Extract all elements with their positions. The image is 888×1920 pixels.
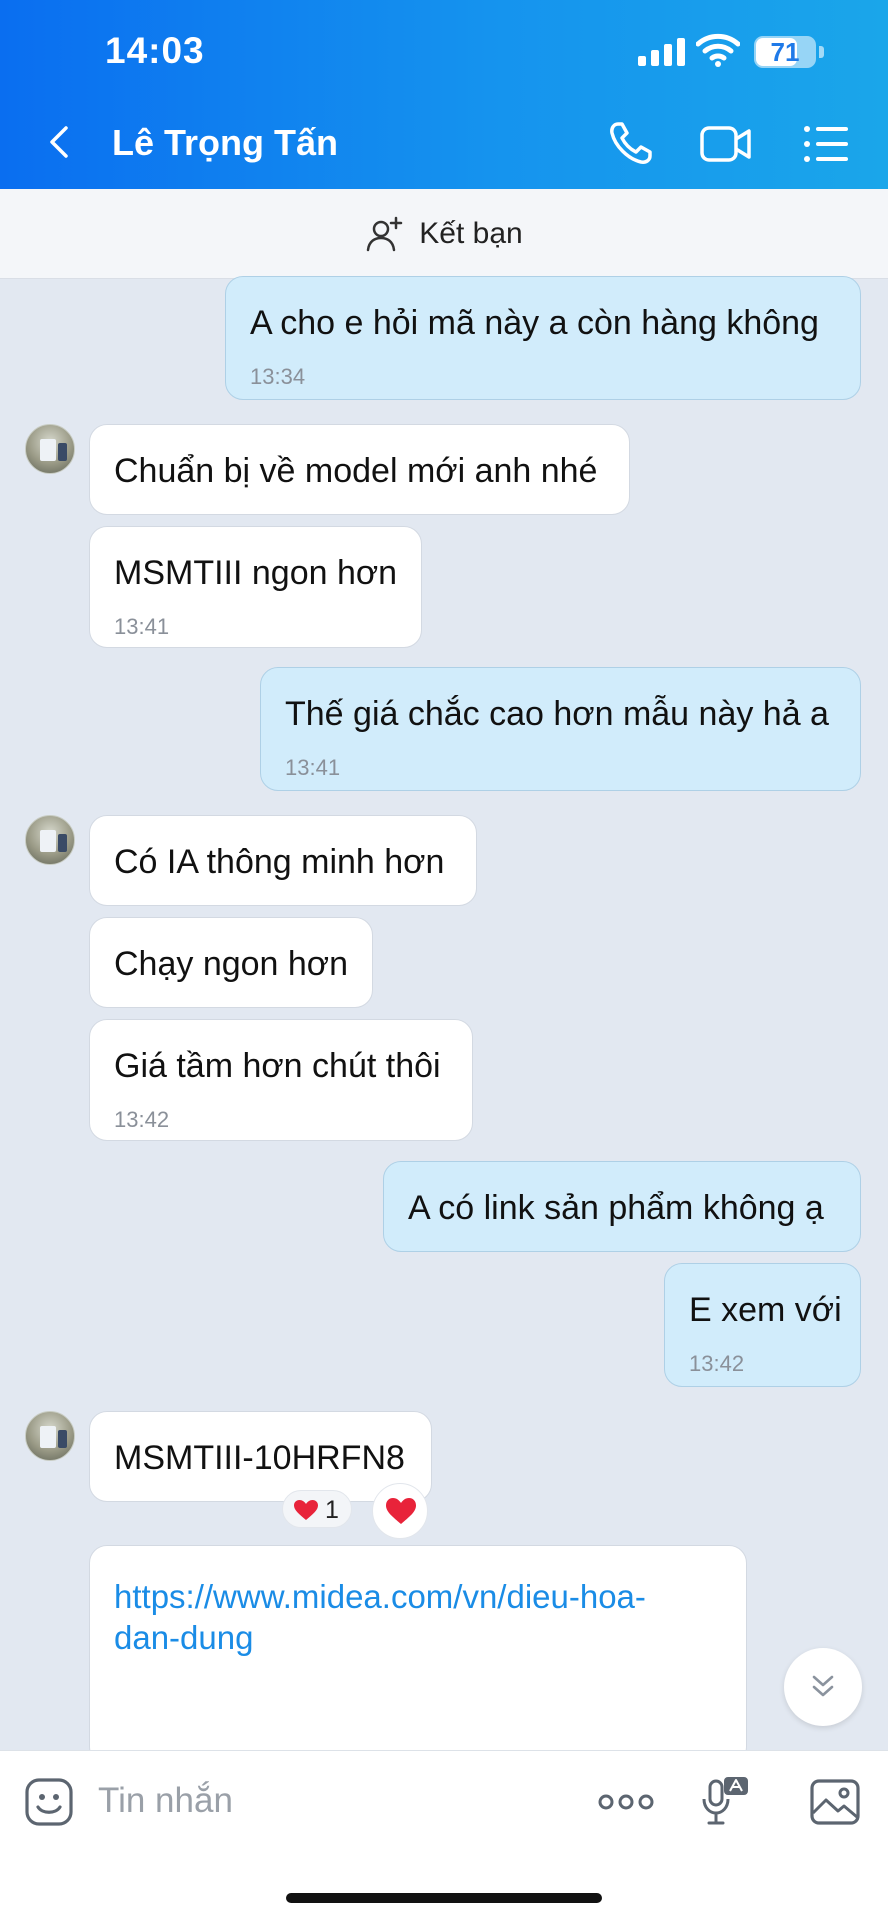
product-link-line: https://www.midea.com/vn/dieu-hoa- bbox=[114, 1578, 646, 1615]
message-input[interactable]: Tin nhắn bbox=[98, 1781, 233, 1821]
reaction-summary[interactable]: 1 bbox=[282, 1490, 352, 1528]
message-text: A có link sản phẩm không ạ bbox=[408, 1189, 824, 1227]
wifi-icon bbox=[696, 33, 740, 67]
incoming-message[interactable]: Giá tầm hơn chút thôi 13:42 bbox=[89, 1019, 473, 1141]
outgoing-message[interactable]: A có link sản phẩm không ạ bbox=[383, 1161, 861, 1252]
sticker-emoji-icon[interactable] bbox=[22, 1775, 76, 1829]
back-arrow-icon[interactable] bbox=[40, 122, 80, 162]
contact-avatar[interactable] bbox=[25, 424, 75, 474]
more-options-icon[interactable] bbox=[596, 1775, 656, 1829]
add-friend-label: Kết bạn bbox=[419, 216, 523, 250]
message-text: E xem với bbox=[689, 1291, 842, 1329]
message-text: MSMTIII ngon hơn bbox=[114, 554, 398, 592]
outgoing-message[interactable]: A cho e hỏi mã này a còn hàng không 13:3… bbox=[225, 276, 861, 400]
incoming-message[interactable]: Có IA thông minh hơn bbox=[89, 815, 477, 906]
message-text: A cho e hỏi mã này a còn hàng không bbox=[250, 304, 819, 342]
video-call-icon[interactable] bbox=[698, 118, 754, 170]
scroll-to-bottom-button[interactable] bbox=[784, 1648, 862, 1726]
incoming-message[interactable]: Chạy ngon hơn bbox=[89, 917, 373, 1008]
message-time: 13:41 bbox=[114, 614, 170, 639]
message-time: 13:42 bbox=[114, 1107, 170, 1132]
heart-icon bbox=[294, 1500, 318, 1520]
menu-list-icon[interactable] bbox=[800, 118, 852, 170]
contact-name[interactable]: Lê Trọng Tấn bbox=[112, 122, 338, 164]
reaction-count: 1 bbox=[325, 1496, 339, 1524]
outgoing-message[interactable]: E xem với 13:42 bbox=[664, 1263, 861, 1387]
product-link[interactable]: https://www.midea.com/vn/dieu-hoa- dan-d… bbox=[114, 1576, 714, 1658]
message-text: Có IA thông minh hơn bbox=[114, 843, 445, 881]
home-indicator bbox=[286, 1893, 602, 1903]
message-text: Chuẩn bị về model mới anh nhé bbox=[114, 452, 598, 490]
message-time: 13:41 bbox=[285, 755, 341, 780]
product-link-line: dan-dung bbox=[114, 1619, 254, 1656]
photo-gallery-icon[interactable] bbox=[808, 1775, 862, 1829]
phone-call-icon[interactable] bbox=[604, 118, 656, 170]
message-time: 13:34 bbox=[250, 364, 306, 389]
battery-icon: 71 bbox=[754, 36, 816, 68]
message-text: Chạy ngon hơn bbox=[114, 945, 349, 983]
add-friend-icon bbox=[367, 216, 403, 251]
battery-level: 71 bbox=[770, 37, 800, 67]
incoming-message[interactable]: MSMTIII-10HRFN8 bbox=[89, 1411, 432, 1502]
incoming-message[interactable]: Chuẩn bị về model mới anh nhé bbox=[89, 424, 630, 515]
status-time: 14:03 bbox=[105, 30, 205, 71]
incoming-message[interactable]: MSMTIII ngon hơn 13:41 bbox=[89, 526, 422, 648]
chat-header: 14:03 71 Lê Trọng Tấn bbox=[0, 0, 888, 189]
react-button[interactable] bbox=[372, 1483, 428, 1539]
add-friend-button[interactable]: Kết bạn bbox=[0, 189, 888, 279]
message-time: 13:42 bbox=[689, 1351, 745, 1376]
message-text: MSMTIII-10HRFN8 bbox=[114, 1439, 405, 1477]
contact-avatar[interactable] bbox=[25, 1411, 75, 1461]
double-chevron-down-icon bbox=[812, 1675, 834, 1697]
message-text: Thế giá chắc cao hơn mẫu này hả a bbox=[285, 695, 829, 733]
heart-icon bbox=[386, 1498, 416, 1524]
outgoing-message[interactable]: Thế giá chắc cao hơn mẫu này hả a 13:41 bbox=[260, 667, 861, 791]
contact-avatar[interactable] bbox=[25, 815, 75, 865]
message-text: Giá tầm hơn chút thôi bbox=[114, 1047, 441, 1085]
battery-tip bbox=[819, 46, 824, 58]
cellular-signal-icon bbox=[638, 38, 686, 66]
voice-to-text-icon[interactable] bbox=[700, 1775, 754, 1829]
incoming-link-message[interactable]: https://www.midea.com/vn/dieu-hoa- dan-d… bbox=[89, 1545, 747, 1765]
